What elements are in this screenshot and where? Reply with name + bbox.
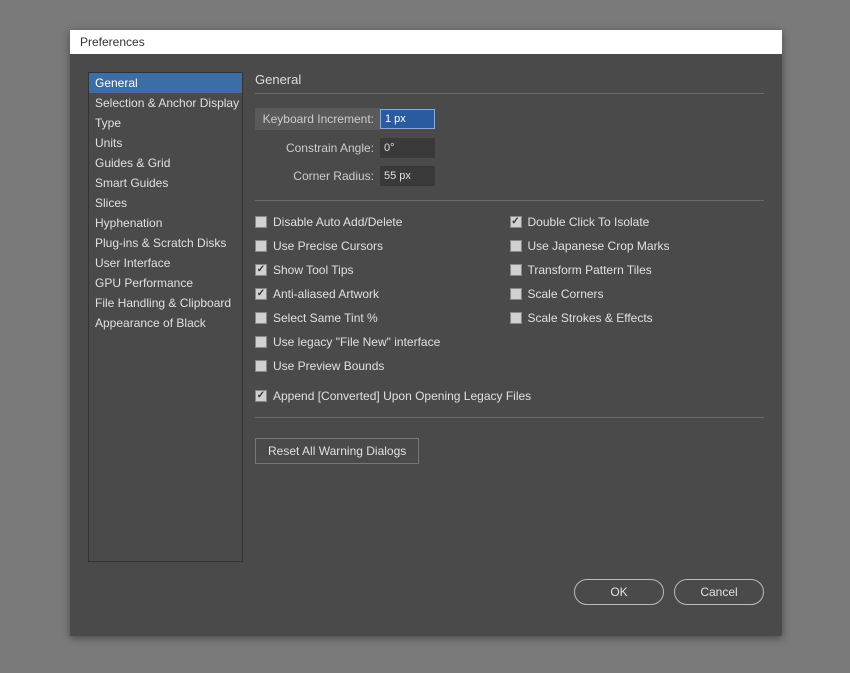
- checkbox-label: Select Same Tint %: [273, 311, 378, 325]
- sidebar-item-smart-guides[interactable]: Smart Guides: [89, 173, 242, 193]
- keyboard-increment-input[interactable]: [380, 109, 435, 129]
- checkbox-scale-strokes-effects[interactable]: Scale Strokes & Effects: [510, 311, 765, 325]
- sidebar-item-hyphenation[interactable]: Hyphenation: [89, 213, 242, 233]
- checkbox-icon: [255, 264, 267, 276]
- checkbox-scale-corners[interactable]: Scale Corners: [510, 287, 765, 301]
- keyboard-increment-label: Keyboard Increment:: [255, 108, 380, 130]
- checkbox-icon: [255, 216, 267, 228]
- checkbox-icon: [510, 312, 522, 324]
- checkbox-select-same-tint-[interactable]: Select Same Tint %: [255, 311, 510, 325]
- checkbox-icon: [255, 360, 267, 372]
- checkbox-show-tool-tips[interactable]: Show Tool Tips: [255, 263, 510, 277]
- checkbox-icon: [510, 240, 522, 252]
- checkbox-column-left: Disable Auto Add/Delete Use Precise Curso…: [255, 215, 510, 383]
- checkbox-disable-auto-add-delete[interactable]: Disable Auto Add/Delete: [255, 215, 510, 229]
- checkbox-label: Disable Auto Add/Delete: [273, 215, 402, 229]
- sidebar-item-general[interactable]: General: [89, 73, 242, 93]
- preferences-dialog: Preferences GeneralSelection & Anchor Di…: [70, 30, 782, 636]
- constrain-angle-label: Constrain Angle:: [255, 141, 380, 155]
- sidebar-item-type[interactable]: Type: [89, 113, 242, 133]
- checkbox-double-click-to-isolate[interactable]: Double Click To Isolate: [510, 215, 765, 229]
- sidebar: GeneralSelection & Anchor DisplayTypeUni…: [88, 72, 243, 562]
- divider: [255, 200, 764, 201]
- checkbox-anti-aliased-artwork[interactable]: Anti-aliased Artwork: [255, 287, 510, 301]
- checkbox-label: Use legacy "File New" interface: [273, 335, 440, 349]
- checkbox-icon: [510, 264, 522, 276]
- checkbox-icon: [255, 240, 267, 252]
- checkbox-label: Scale Corners: [528, 287, 604, 301]
- constrain-angle-field: Constrain Angle:: [255, 138, 764, 158]
- checkbox-column-right: Double Click To Isolate Use Japanese Crop…: [510, 215, 765, 383]
- main-panel: General Keyboard Increment: Constrain An…: [243, 72, 764, 569]
- append-legacy-label: Append [Converted] Upon Opening Legacy F…: [273, 389, 531, 403]
- checkbox-use-precise-cursors[interactable]: Use Precise Cursors: [255, 239, 510, 253]
- checkbox-label: Use Japanese Crop Marks: [528, 239, 670, 253]
- checkbox-icon: [255, 336, 267, 348]
- constrain-angle-input[interactable]: [380, 138, 435, 158]
- checkbox-label: Use Precise Cursors: [273, 239, 383, 253]
- checkbox-icon: [255, 312, 267, 324]
- sidebar-item-guides-grid[interactable]: Guides & Grid: [89, 153, 242, 173]
- checkbox-label: Scale Strokes & Effects: [528, 311, 653, 325]
- sidebar-item-units[interactable]: Units: [89, 133, 242, 153]
- titlebar: Preferences: [70, 30, 782, 54]
- panel-title: General: [255, 72, 764, 94]
- sidebar-item-selection-anchor-display[interactable]: Selection & Anchor Display: [89, 93, 242, 113]
- sidebar-item-appearance-of-black[interactable]: Appearance of Black: [89, 313, 242, 333]
- checkbox-use-japanese-crop-marks[interactable]: Use Japanese Crop Marks: [510, 239, 765, 253]
- sidebar-item-plug-ins-scratch-disks[interactable]: Plug-ins & Scratch Disks: [89, 233, 242, 253]
- checkbox-icon: [510, 216, 522, 228]
- dialog-body: GeneralSelection & Anchor DisplayTypeUni…: [70, 54, 782, 579]
- window-title: Preferences: [80, 35, 145, 49]
- checkbox-label: Transform Pattern Tiles: [528, 263, 652, 277]
- keyboard-increment-field: Keyboard Increment:: [255, 108, 764, 130]
- checkbox-transform-pattern-tiles[interactable]: Transform Pattern Tiles: [510, 263, 765, 277]
- dialog-footer: OK Cancel: [70, 579, 782, 623]
- corner-radius-label: Corner Radius:: [255, 169, 380, 183]
- sidebar-item-file-handling-clipboard[interactable]: File Handling & Clipboard: [89, 293, 242, 313]
- divider: [255, 417, 764, 418]
- reset-warnings-button[interactable]: Reset All Warning Dialogs: [255, 438, 419, 464]
- append-legacy-checkbox[interactable]: Append [Converted] Upon Opening Legacy F…: [255, 389, 764, 403]
- sidebar-item-slices[interactable]: Slices: [89, 193, 242, 213]
- checkbox-label: Anti-aliased Artwork: [273, 287, 379, 301]
- ok-button[interactable]: OK: [574, 579, 664, 605]
- cancel-button[interactable]: Cancel: [674, 579, 764, 605]
- checkbox-label: Use Preview Bounds: [273, 359, 384, 373]
- sidebar-item-gpu-performance[interactable]: GPU Performance: [89, 273, 242, 293]
- checkbox-icon: [255, 288, 267, 300]
- corner-radius-field: Corner Radius:: [255, 166, 764, 186]
- checkbox-label: Show Tool Tips: [273, 263, 354, 277]
- checkbox-use-legacy-file-new-interface[interactable]: Use legacy "File New" interface: [255, 335, 510, 349]
- checkbox-icon: [510, 288, 522, 300]
- sidebar-item-user-interface[interactable]: User Interface: [89, 253, 242, 273]
- checkbox-use-preview-bounds[interactable]: Use Preview Bounds: [255, 359, 510, 373]
- checkbox-icon: [255, 390, 267, 402]
- checkbox-label: Double Click To Isolate: [528, 215, 650, 229]
- checkbox-columns: Disable Auto Add/Delete Use Precise Curso…: [255, 215, 764, 383]
- corner-radius-input[interactable]: [380, 166, 435, 186]
